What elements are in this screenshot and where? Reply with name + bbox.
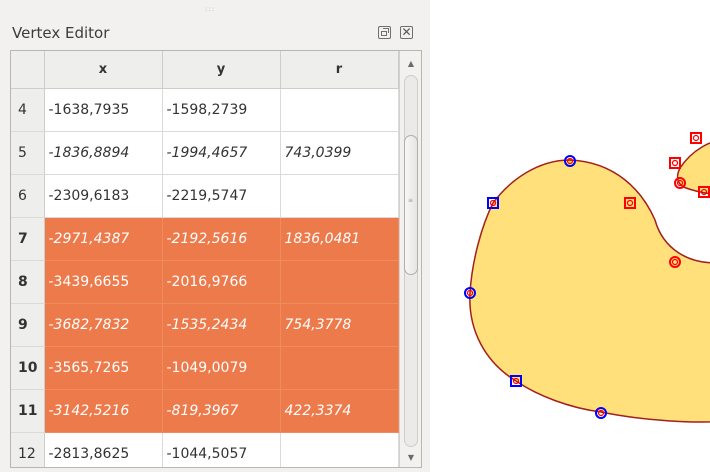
cell-x[interactable]: -3439,6655 [44, 260, 163, 304]
cell-y[interactable]: -1994,4657 [162, 131, 281, 175]
cell-x[interactable]: -2309,6183 [44, 174, 163, 218]
cell-x[interactable]: -3565,7265 [44, 346, 163, 390]
row-number[interactable]: 11 [11, 389, 45, 433]
cell-x[interactable]: -3682,7832 [44, 303, 163, 347]
cell-x[interactable]: -2971,4387 [44, 217, 163, 261]
cell-x[interactable]: -2813,8625 [44, 432, 163, 467]
table-row[interactable]: 8 -3439,6655 -2016,9766 [11, 260, 399, 304]
vertex-table: x y r 4 -1638,7935 -1598,2739 5 -1836,8894 -1… [10, 50, 422, 468]
vertical-scrollbar[interactable]: ▲ ≡ ▼ [399, 51, 421, 467]
row-number[interactable]: 8 [11, 260, 45, 304]
vertex-center-marker[interactable] [692, 134, 700, 142]
cell-r[interactable] [280, 346, 399, 390]
cell-y[interactable]: -1044,5057 [162, 432, 281, 467]
table-row[interactable]: 12 -2813,8625 -1044,5057 [11, 432, 399, 467]
cell-y[interactable]: -2192,5616 [162, 217, 281, 261]
header-r[interactable]: r [280, 51, 399, 89]
row-number[interactable]: 5 [11, 131, 45, 175]
polygon-shape[interactable] [469, 159, 710, 423]
header-y[interactable]: y [162, 51, 281, 89]
header-corner[interactable] [11, 51, 45, 89]
table-row[interactable]: 5 -1836,8894 -1994,4657 743,0399 [11, 131, 399, 175]
table-row[interactable]: 7 -2971,4387 -2192,5616 1836,0481 [11, 217, 399, 261]
row-number[interactable]: 9 [11, 303, 45, 347]
row-number[interactable]: 12 [11, 432, 45, 467]
arrow-up-icon[interactable]: ▲ [403, 55, 419, 73]
table-row[interactable]: 4 -1638,7935 -1598,2739 [11, 88, 399, 132]
table-header: x y r [11, 51, 399, 89]
map-canvas[interactable] [430, 0, 710, 472]
row-number[interactable]: 10 [11, 346, 45, 390]
table-row[interactable]: 6 -2309,6183 -2219,5747 [11, 174, 399, 218]
cell-y[interactable]: -2219,5747 [162, 174, 281, 218]
vertex-square-marker[interactable] [669, 157, 681, 169]
table-row[interactable]: 11 -3142,5216 -819,3967 422,3374 [11, 389, 399, 433]
cell-r[interactable]: 1836,0481 [280, 217, 399, 261]
panel-title: Vertex Editor [12, 24, 110, 42]
arrow-down-icon[interactable]: ▼ [403, 449, 419, 467]
row-number[interactable]: 4 [11, 88, 45, 132]
cell-r[interactable]: 422,3374 [280, 389, 399, 433]
cell-r[interactable] [280, 88, 399, 132]
cell-y[interactable]: -819,3967 [162, 389, 281, 433]
cell-r[interactable]: 754,3778 [280, 303, 399, 347]
row-number[interactable]: 7 [11, 217, 45, 261]
close-icon[interactable]: ✕ [400, 25, 413, 39]
cell-x[interactable]: -3142,5216 [44, 389, 163, 433]
cell-y[interactable]: -1598,2739 [162, 88, 281, 132]
dock-grip-icon[interactable]: ::: [205, 6, 215, 13]
cell-r[interactable]: 743,0399 [280, 131, 399, 175]
row-number[interactable]: 6 [11, 174, 45, 218]
cell-y[interactable]: -1535,2434 [162, 303, 281, 347]
vertex-center-marker[interactable] [671, 159, 679, 167]
cell-x[interactable]: -1836,8894 [44, 131, 163, 175]
scrollbar-thumb[interactable]: ≡ [404, 135, 418, 275]
vertex-editor-panel: ::: Vertex Editor ✕ x y r 4 -1638,7935 -15… [0, 0, 430, 472]
cell-r[interactable] [280, 174, 399, 218]
cell-x[interactable]: -1638,7935 [44, 88, 163, 132]
table-row[interactable]: 10 -3565,7265 -1049,0079 [11, 346, 399, 390]
cell-r[interactable] [280, 260, 399, 304]
cell-r[interactable] [280, 432, 399, 467]
table-row[interactable]: 9 -3682,7832 -1535,2434 754,3778 [11, 303, 399, 347]
header-x[interactable]: x [44, 51, 163, 89]
float-window-icon[interactable] [378, 26, 391, 39]
vertex-square-marker[interactable] [690, 132, 702, 144]
cell-y[interactable]: -1049,0079 [162, 346, 281, 390]
cell-y[interactable]: -2016,9766 [162, 260, 281, 304]
